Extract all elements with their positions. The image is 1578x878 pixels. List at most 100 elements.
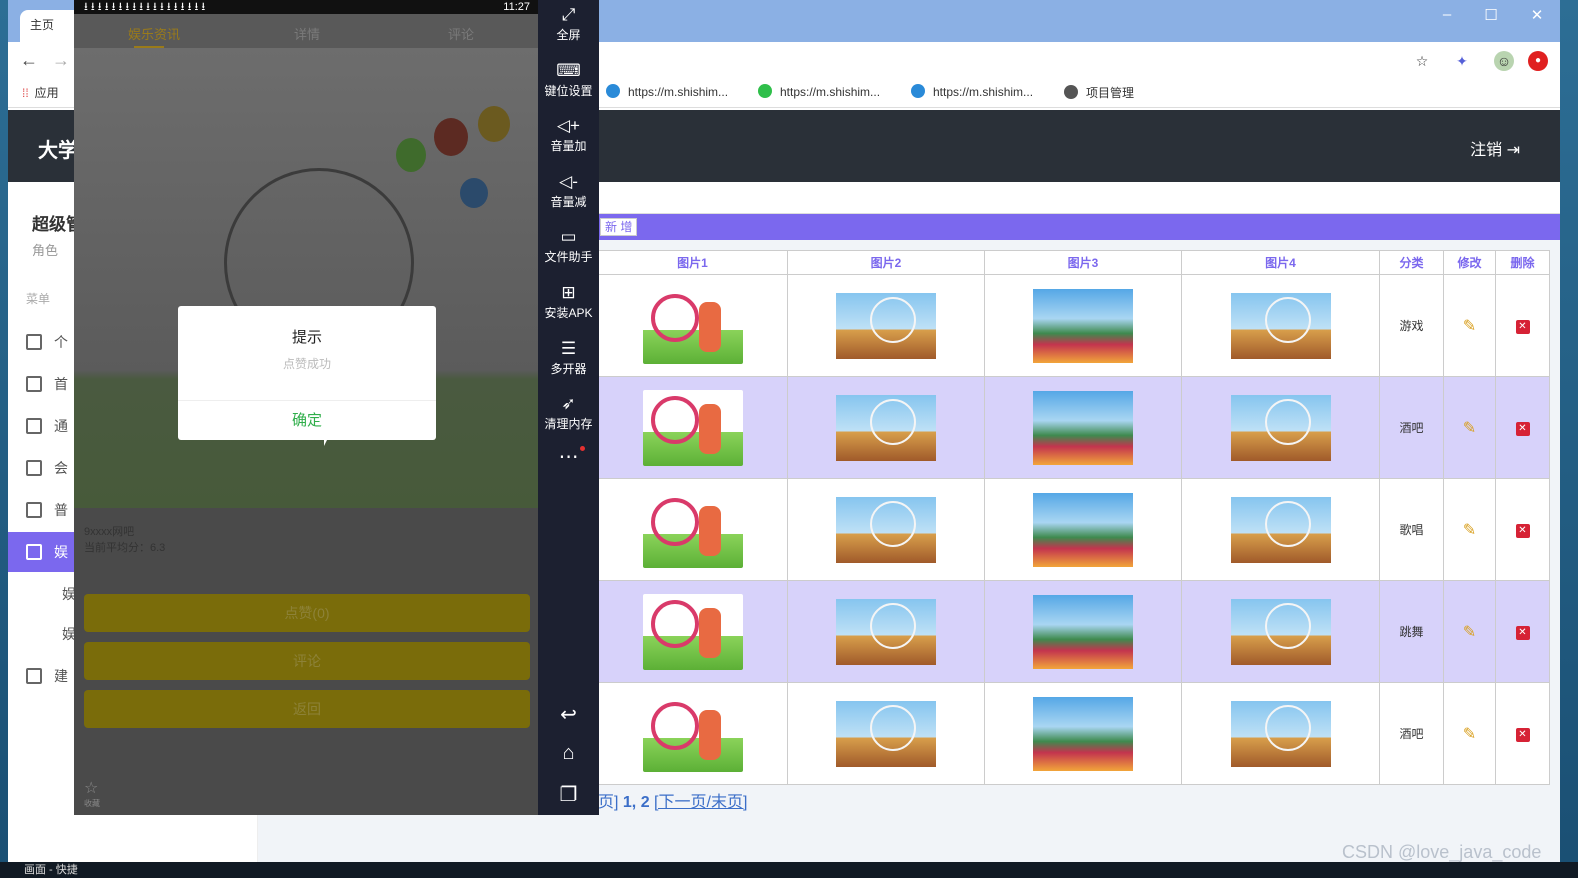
delete-icon[interactable]: ✕ xyxy=(1515,523,1530,538)
edit-icon[interactable]: ✎ xyxy=(1463,520,1476,540)
toolbar-volume-up[interactable]: ◁+ 音量加 xyxy=(538,115,599,154)
image-thumbnail[interactable] xyxy=(1033,390,1133,465)
image-thumbnail[interactable] xyxy=(1033,492,1133,567)
dialog-title: 提示 xyxy=(291,329,322,346)
image-thumbnail[interactable] xyxy=(836,598,936,665)
extension-icon[interactable]: ✦ xyxy=(1452,51,1472,71)
file-helper-icon: ▭ xyxy=(560,227,577,246)
pager-pages[interactable]: 1, 2 xyxy=(623,794,650,811)
image-thumbnail[interactable] xyxy=(1230,394,1331,461)
delete-icon[interactable]: ✕ xyxy=(1515,625,1530,640)
image-thumbnail[interactable] xyxy=(1230,292,1331,359)
more-icon[interactable]: ⋯ xyxy=(538,444,599,469)
tab-comments[interactable]: 评论 xyxy=(448,24,474,43)
toolbar-fullscreen[interactable]: ⤢ 全屏 xyxy=(538,4,599,43)
adblock-icon[interactable]: ● xyxy=(1528,51,1548,71)
menu-icon xyxy=(26,418,42,434)
bookmark-label: https://m.shishim... xyxy=(933,85,1034,99)
bookmark-label: 项目管理 xyxy=(1086,86,1135,100)
toolbar-install-apk[interactable]: ⊞ 安装APK xyxy=(538,282,599,321)
toolbar-volume-down[interactable]: ◁- 音量减 xyxy=(538,171,599,210)
category-cell: 歌唱 xyxy=(1379,478,1444,581)
tab-details[interactable]: 详情 xyxy=(294,24,320,43)
image-thumbnail[interactable] xyxy=(836,292,936,359)
delete-icon[interactable]: ✕ xyxy=(1515,421,1530,436)
image-thumbnail[interactable] xyxy=(642,593,743,670)
table-header: 修改 xyxy=(1443,250,1496,275)
star-icon[interactable]: ☆ xyxy=(1412,51,1432,71)
android-back-icon[interactable]: ↩ xyxy=(538,702,599,727)
cell-edit: ✎ xyxy=(1443,682,1496,785)
table-header: 图片2 xyxy=(787,250,985,275)
image-thumbnail[interactable] xyxy=(836,496,936,563)
cell-image2 xyxy=(787,682,985,785)
android-recents-icon[interactable]: ❐ xyxy=(538,782,599,807)
table-header: 图片1 xyxy=(597,250,788,275)
cell-delete: ✕ xyxy=(1495,580,1550,683)
bookmark-label: https://m.shishim... xyxy=(628,85,729,99)
logout-button[interactable]: 注销 ⇥ xyxy=(1470,136,1520,160)
edit-icon[interactable]: ✎ xyxy=(1463,724,1476,744)
category-cell: 游戏 xyxy=(1379,274,1444,377)
image-thumbnail[interactable] xyxy=(836,700,936,767)
image-thumbnail[interactable] xyxy=(1230,700,1331,767)
maximize-icon[interactable]: ☐ xyxy=(1476,6,1506,24)
toolbar-label: 多开器 xyxy=(550,362,587,376)
edit-icon[interactable]: ✎ xyxy=(1463,316,1476,336)
back-button[interactable]: 返回 xyxy=(84,690,530,728)
toolbar-multi-instance[interactable]: ☰ 多开器 xyxy=(538,338,599,377)
image-thumbnail[interactable] xyxy=(642,389,743,466)
menu-icon xyxy=(26,668,42,684)
comment-button[interactable]: 评论 xyxy=(84,642,530,680)
dialog-ok-button[interactable]: 确定 xyxy=(178,400,436,440)
menu-icon xyxy=(26,460,42,476)
back-icon[interactable]: ← xyxy=(20,50,38,71)
bookmark-2[interactable]: https://m.shishim... xyxy=(758,84,880,99)
cell-image1 xyxy=(597,580,788,683)
pager-next-last[interactable]: [下一页/末页] xyxy=(654,794,747,811)
forward-icon[interactable]: → xyxy=(52,50,70,71)
favorite-button[interactable]: ☆ 收藏 xyxy=(84,778,100,809)
minimize-icon[interactable]: – xyxy=(1432,6,1462,23)
table-row: 歌唱 ✎ ✕ xyxy=(597,478,1550,581)
image-thumbnail[interactable] xyxy=(1230,496,1331,563)
add-button[interactable]: 新 增 xyxy=(600,218,638,236)
bookmark-3[interactable]: https://m.shishim... xyxy=(911,84,1033,99)
apps-label: 应用 xyxy=(34,86,59,100)
toolbar-keymap[interactable]: ⌨ 键位设置 xyxy=(538,60,599,99)
image-thumbnail[interactable] xyxy=(642,491,743,568)
image-thumbnail[interactable] xyxy=(642,287,743,364)
toolbar-file-helper[interactable]: ▭ 文件助手 xyxy=(538,226,599,265)
bookmark-4[interactable]: 项目管理 xyxy=(1064,84,1134,101)
edit-icon[interactable]: ✎ xyxy=(1463,418,1476,438)
menu-icon xyxy=(26,334,42,350)
mouse-cursor xyxy=(324,434,330,446)
profile-avatar-icon[interactable]: ☺ xyxy=(1494,51,1514,71)
close-icon[interactable]: ✕ xyxy=(1522,6,1552,24)
image-thumbnail[interactable] xyxy=(642,695,743,772)
tab-entertainment[interactable]: 娱乐资讯 xyxy=(128,24,180,48)
toolbar-clean-memory[interactable]: ➶ 清理内存 xyxy=(538,393,599,432)
fullscreen-icon: ⤢ xyxy=(561,5,576,24)
edit-icon[interactable]: ✎ xyxy=(1463,622,1476,642)
image-thumbnail[interactable] xyxy=(1033,696,1133,771)
bookmark-1[interactable]: https://m.shishim... xyxy=(606,84,728,99)
delete-icon[interactable]: ✕ xyxy=(1515,727,1530,742)
delete-icon[interactable]: ✕ xyxy=(1515,319,1530,334)
sidebar-item-label: 建 xyxy=(54,668,68,684)
like-button[interactable]: 点赞(0) xyxy=(84,594,530,632)
image-thumbnail[interactable] xyxy=(1033,288,1133,363)
cell-image3 xyxy=(984,682,1182,785)
android-emulator: ⭳ ⭳ ⭳ ⭳ ⭳ ⭳ ⭳ ⭳ ⭳ ⭳ ⭳ ⭳ ⭳ ⭳ ⭳ ⭳ ⭳ ⭳ 11:2… xyxy=(74,0,599,815)
favorite-label: 收藏 xyxy=(84,799,100,808)
toolbar-label: 文件助手 xyxy=(544,250,593,264)
image-thumbnail[interactable] xyxy=(1230,598,1331,665)
pager-prefix[interactable]: 页] xyxy=(598,794,618,811)
apps-shortcut[interactable]: ⁞⁞ 应用 xyxy=(22,84,59,101)
menu-icon xyxy=(26,376,42,392)
image-thumbnail[interactable] xyxy=(836,394,936,461)
android-home-icon[interactable]: ⌂ xyxy=(538,742,599,765)
image-thumbnail[interactable] xyxy=(1033,594,1133,669)
install-apk-icon: ⊞ xyxy=(561,283,576,302)
venue-info: 9xxxx网吧 当前平均分：6.3 xyxy=(84,524,165,556)
